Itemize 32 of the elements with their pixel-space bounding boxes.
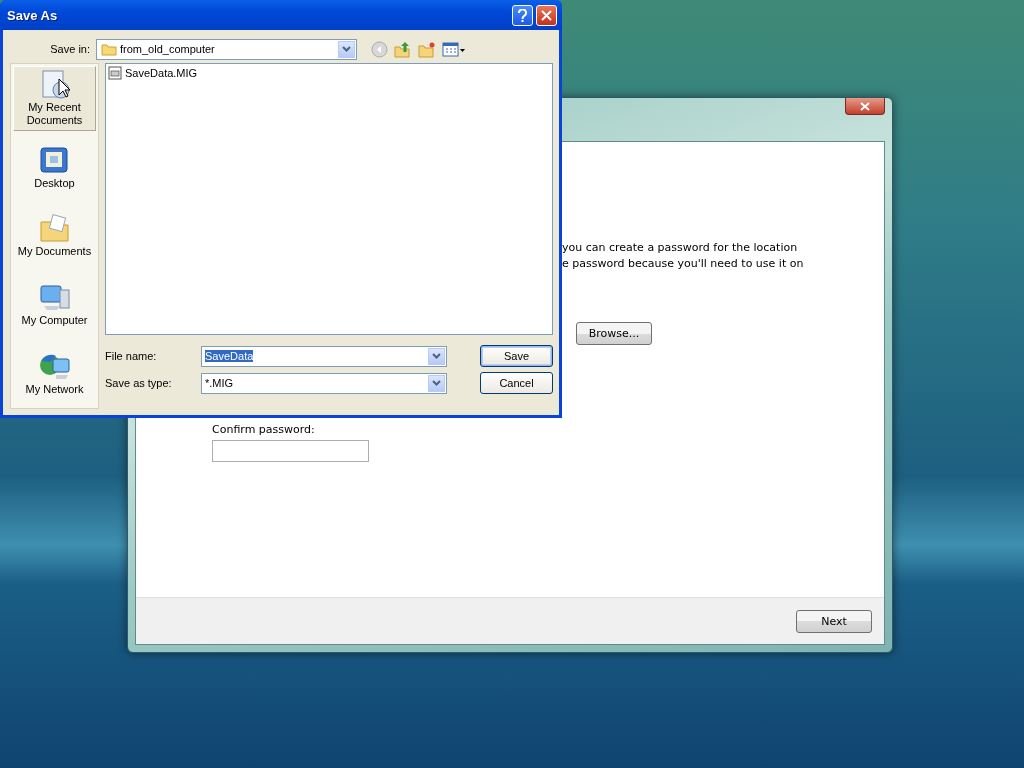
field-label: Confirm password: xyxy=(212,423,316,436)
browse-button[interactable]: Browse... xyxy=(576,322,652,345)
new-folder-icon[interactable] xyxy=(418,40,436,58)
field-label: File name: xyxy=(105,350,158,362)
close-button[interactable] xyxy=(845,98,885,115)
file-item[interactable]: SaveData.MIG xyxy=(108,66,550,80)
close-icon xyxy=(541,9,552,21)
places-item[interactable]: Desktop xyxy=(13,134,96,200)
field-label: Save as type: xyxy=(105,377,173,389)
window-title: Save As xyxy=(7,7,59,23)
instruction-text: e password because you'll need to use it on xyxy=(562,256,805,272)
password-field[interactable] xyxy=(212,440,369,462)
folder-icon xyxy=(101,42,117,56)
places-item[interactable]: My Recent Documents xyxy=(13,66,96,131)
up-folder-icon[interactable] xyxy=(394,40,412,58)
save-button[interactable]: Save xyxy=(480,345,553,367)
file-type-dropdown[interactable]: *.MIG xyxy=(201,372,447,394)
places-item[interactable]: My Documents xyxy=(13,203,96,269)
next-button[interactable]: Next xyxy=(796,609,872,633)
help-icon xyxy=(518,8,527,22)
file-icon xyxy=(108,66,122,80)
mouse-cursor-icon xyxy=(58,78,71,98)
help-button[interactable] xyxy=(512,4,533,26)
places-item[interactable]: My Network xyxy=(13,341,96,406)
field-label: Save in: xyxy=(49,43,91,55)
views-menu-icon[interactable] xyxy=(442,41,466,57)
file-name-field[interactable]: SaveData xyxy=(201,345,447,367)
save-in-dropdown[interactable]: from_old_computer xyxy=(96,38,357,60)
places-item[interactable]: My Computer xyxy=(13,272,96,338)
instruction-text: you can create a password for the location xyxy=(562,240,799,256)
cancel-button[interactable]: Cancel xyxy=(480,372,553,394)
close-icon xyxy=(860,101,870,111)
